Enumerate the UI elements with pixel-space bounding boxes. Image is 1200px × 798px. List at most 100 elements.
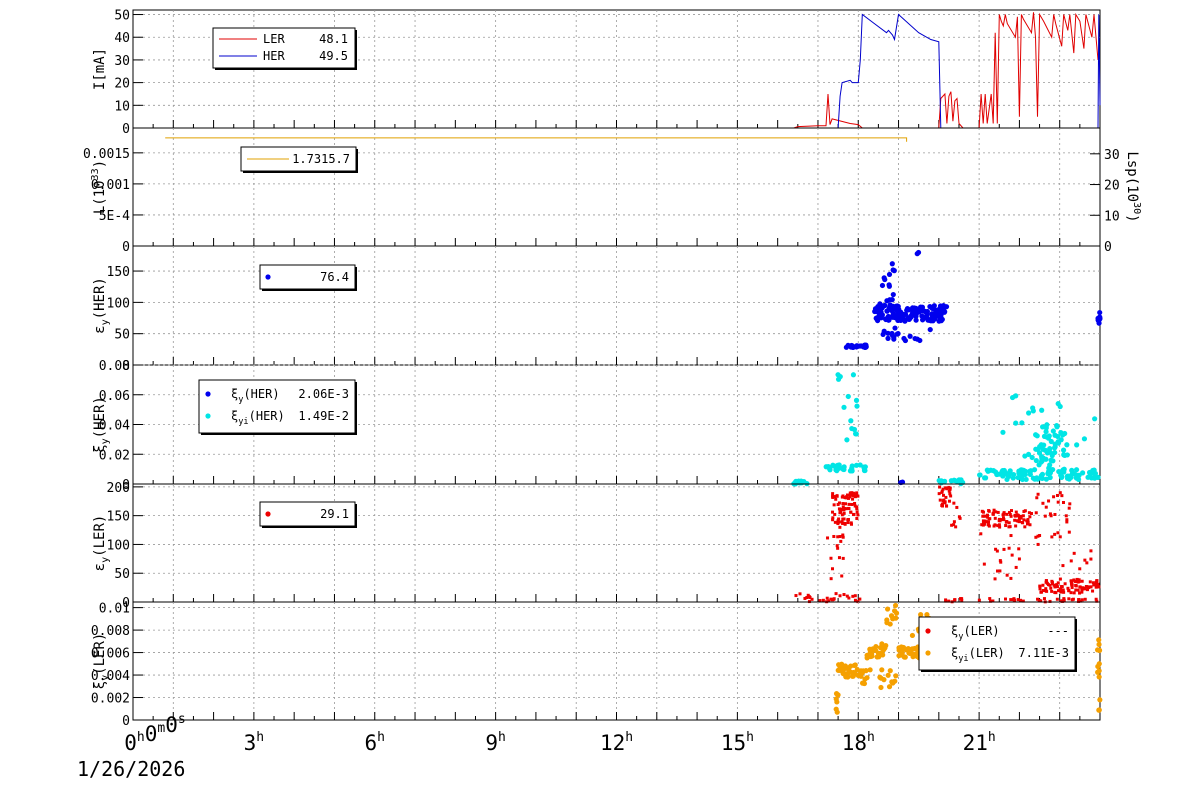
y-tick-label: 50 [114, 9, 130, 24]
data-point [1086, 588, 1090, 592]
data-point [1026, 518, 1030, 522]
data-point [863, 344, 869, 350]
data-point [1017, 547, 1021, 551]
data-point [841, 533, 845, 537]
data-point [1027, 511, 1031, 515]
data-point [911, 311, 917, 318]
data-point [907, 333, 913, 339]
data-point [848, 344, 854, 350]
data-point [848, 491, 852, 495]
legend-label: LER [263, 32, 285, 46]
y2-tick-label: 10 [1104, 209, 1120, 224]
data-point [950, 523, 954, 527]
legend-readout: 76.4 [320, 270, 349, 284]
data-point [844, 437, 850, 443]
data-point [834, 592, 838, 596]
data-point [1089, 557, 1093, 561]
data-point [987, 523, 991, 527]
data-point [1017, 515, 1021, 519]
data-point [1022, 453, 1028, 459]
panel-5: 050100150200εy(LER)29.1 [92, 481, 1101, 611]
data-point [841, 670, 847, 677]
data-point [831, 494, 835, 498]
data-point [887, 621, 893, 627]
data-point [881, 275, 887, 281]
accelerator-trend-chart: 01020304050I[mA]LER 48.1HER 49.505E-40.001… [77, 9, 1142, 781]
data-point [941, 309, 947, 315]
data-point [838, 594, 842, 598]
data-point [1036, 534, 1040, 538]
data-point [1069, 559, 1073, 563]
data-point [841, 521, 845, 525]
data-point [845, 495, 849, 499]
data-point [1081, 436, 1088, 442]
data-point [1060, 494, 1064, 498]
data-point [1026, 410, 1032, 416]
data-point [952, 501, 956, 505]
legend-marker [265, 274, 271, 280]
data-point [960, 598, 964, 602]
data-point [1042, 597, 1046, 601]
data-point [834, 497, 838, 501]
data-point [826, 536, 830, 540]
y-tick-label: 100 [107, 296, 130, 311]
data-point [1050, 535, 1054, 539]
data-point [1048, 583, 1052, 587]
data-point [1077, 598, 1081, 602]
data-point [1048, 457, 1054, 463]
data-point [878, 684, 884, 691]
data-point [849, 467, 855, 474]
data-point [853, 501, 857, 505]
data-point [829, 597, 833, 601]
data-point [1060, 447, 1067, 453]
data-point [806, 593, 810, 597]
data-point [1095, 315, 1101, 321]
x-tick-label: 12h [600, 730, 633, 755]
data-point [1038, 585, 1042, 589]
y-tick-label: 30 [114, 54, 130, 69]
data-point [947, 499, 951, 503]
data-point [900, 644, 907, 651]
data-point [1055, 433, 1061, 440]
data-point [886, 684, 893, 690]
data-point [1047, 462, 1053, 468]
data-point [1016, 519, 1020, 523]
y-tick-label: 0.08 [99, 359, 130, 374]
data-point [1041, 501, 1045, 505]
data-point [890, 291, 896, 298]
data-point [836, 662, 842, 668]
data-point [1023, 476, 1029, 483]
data-point [1038, 442, 1044, 448]
data-point [1062, 590, 1066, 594]
data-point [920, 308, 926, 314]
data-point [1052, 495, 1056, 499]
data-point [1083, 558, 1087, 562]
data-point [1086, 469, 1093, 476]
data-point [1085, 474, 1091, 480]
data-point [1052, 444, 1058, 450]
data-point [943, 501, 947, 505]
data-point [1063, 582, 1067, 586]
data-point [1009, 514, 1013, 518]
data-point [1058, 491, 1062, 495]
y-tick-label: 150 [107, 510, 130, 525]
data-point [1014, 510, 1018, 514]
data-point [1023, 509, 1027, 513]
data-point [856, 513, 860, 517]
data-point [1058, 474, 1065, 480]
data-point [850, 502, 854, 506]
data-point [1036, 492, 1040, 496]
data-point [1089, 549, 1093, 553]
data-point [927, 326, 933, 333]
data-point [851, 497, 855, 501]
data-point [945, 504, 949, 508]
data-point [893, 673, 899, 679]
y-tick-label: 40 [114, 31, 130, 46]
data-point [1052, 449, 1058, 456]
data-point [835, 667, 841, 673]
data-point [1055, 585, 1059, 589]
data-point [948, 492, 952, 496]
data-point [848, 663, 854, 669]
data-point [848, 495, 852, 499]
data-point [1055, 439, 1061, 445]
